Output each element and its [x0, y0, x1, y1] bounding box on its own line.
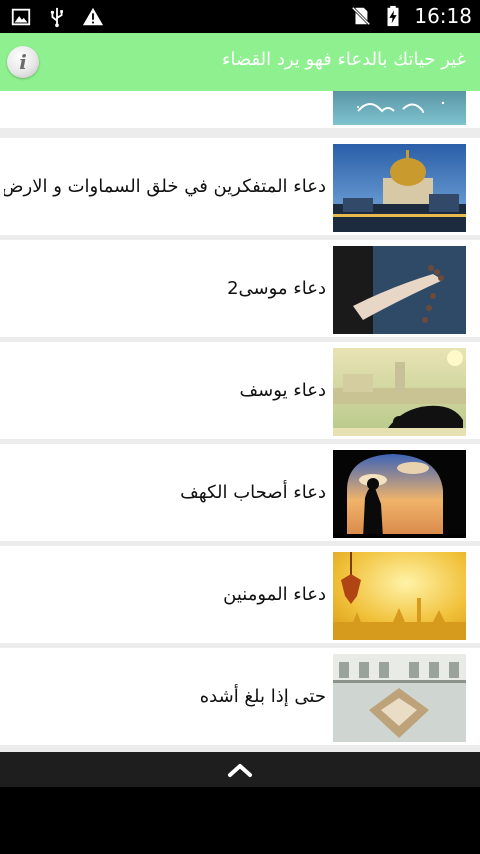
thumbnail-cave-window: [333, 450, 466, 538]
bottom-bar: [0, 752, 480, 787]
list-item-label: حتى إذا بلغ أشده: [199, 686, 326, 707]
image-icon: [11, 8, 31, 26]
list-item[interactable]: دعاء أصحاب الكهف: [0, 444, 480, 541]
no-sim-icon: [352, 6, 371, 26]
list-item[interactable]: دعاء يوسف: [0, 342, 480, 439]
list-item-label: [4, 91, 326, 128]
list-item[interactable]: دعاء المومنين: [0, 546, 480, 643]
chevron-up-icon[interactable]: [226, 760, 254, 780]
list-item-label: دعاء المتفكرين في خلق السماوات و الارض: [4, 176, 326, 197]
thumbnail-prayer-beads: [333, 246, 466, 334]
clock: 16:18: [414, 4, 472, 28]
list-item[interactable]: [0, 91, 480, 128]
header-title: غير حياتك بالدعاء فهو يرد القضاء: [221, 49, 466, 70]
list-item[interactable]: حتى إذا بلغ أشده: [0, 648, 480, 745]
list-item-label: دعاء أصحاب الكهف: [180, 482, 326, 503]
list-item-label: دعاء المومنين: [223, 584, 326, 605]
thumbnail-calligraphy: [333, 91, 466, 125]
list-item[interactable]: دعاء المتفكرين في خلق السماوات و الارض: [0, 138, 480, 235]
status-bar: 16:18: [0, 0, 480, 33]
status-icons-right: 16:18: [350, 4, 472, 28]
dua-list[interactable]: دعاء المتفكرين في خلق السماوات و الارض د…: [0, 91, 480, 752]
thumbnail-lantern: [333, 552, 466, 640]
usb-icon: [50, 7, 63, 28]
nav-area: [0, 787, 480, 854]
app-header: i غير حياتك بالدعاء فهو يرد القضاء: [0, 33, 480, 91]
list-item[interactable]: دعاء موسى2: [0, 240, 480, 337]
thumbnail-sujood: [333, 348, 466, 436]
list-item-label: دعاء يوسف: [239, 380, 326, 401]
info-icon[interactable]: i: [7, 46, 39, 78]
battery-charging-icon: [387, 5, 399, 27]
list-item-label: دعاء موسى2: [227, 278, 326, 299]
thumbnail-mosque: [333, 144, 466, 232]
status-icons-left: [10, 6, 104, 28]
thumbnail-courtyard: [333, 654, 466, 742]
alert-icon: [82, 7, 104, 26]
